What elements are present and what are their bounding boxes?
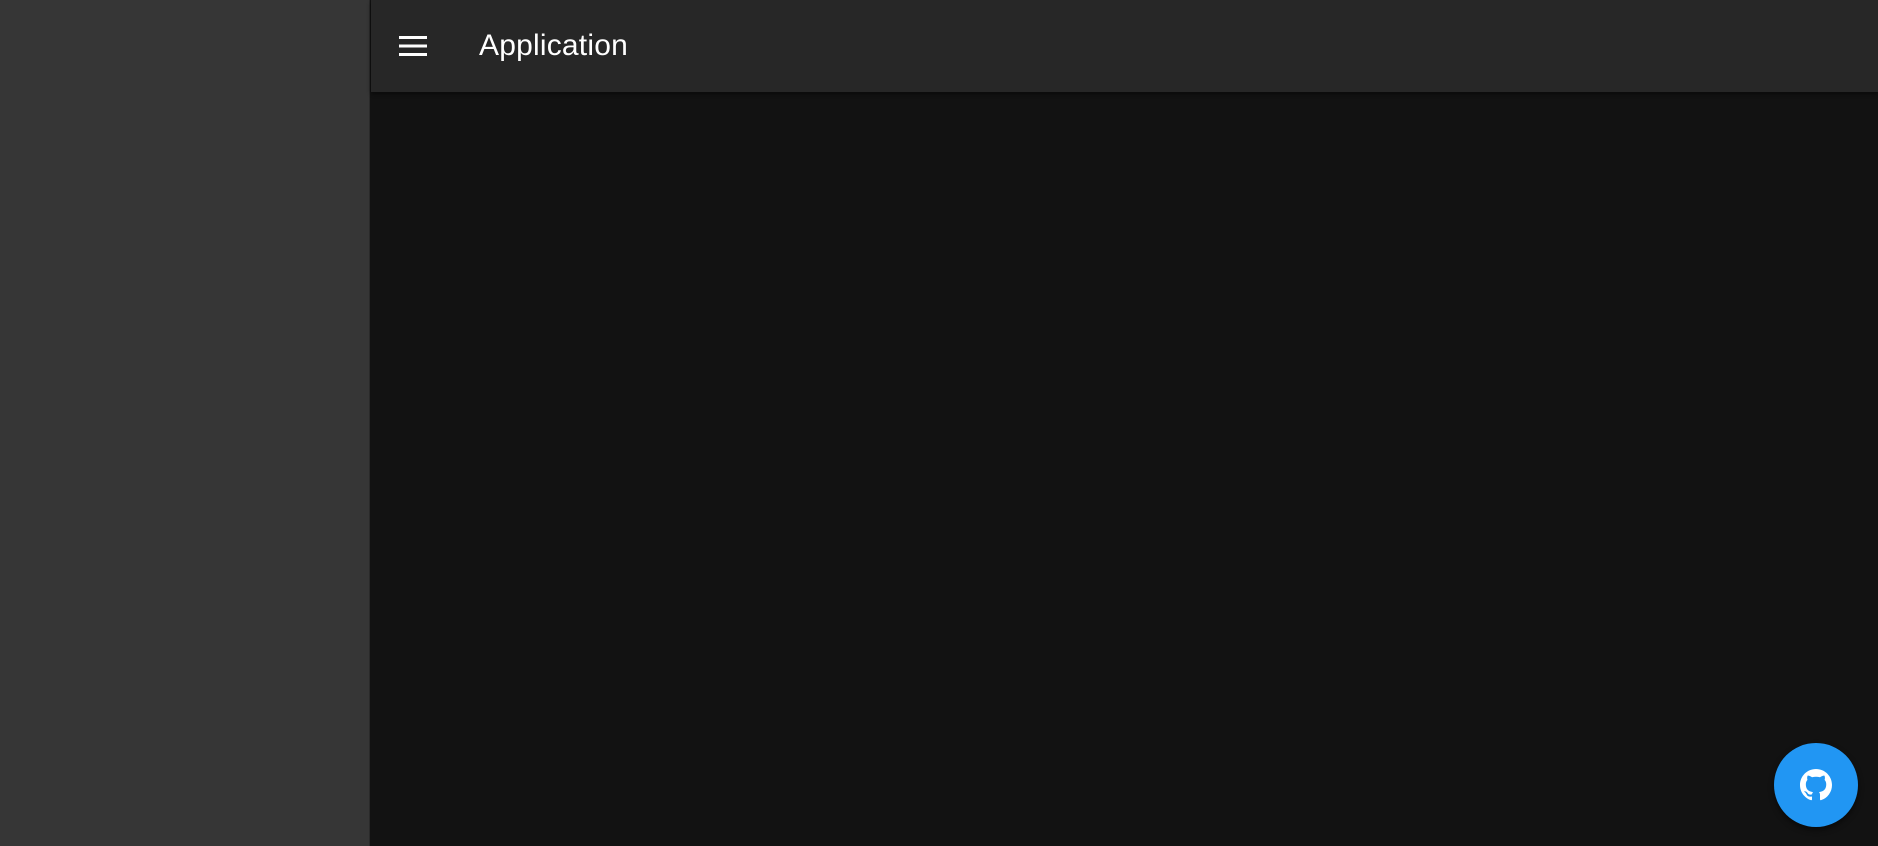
menu-button[interactable] (385, 18, 441, 74)
navigation-drawer (0, 0, 370, 846)
app-bar: Application (371, 0, 1878, 92)
hamburger-menu-icon (399, 36, 427, 56)
github-icon (1800, 769, 1832, 801)
main-content (371, 92, 1878, 846)
app-title: Application (479, 29, 628, 62)
github-fab-button[interactable] (1774, 743, 1858, 827)
